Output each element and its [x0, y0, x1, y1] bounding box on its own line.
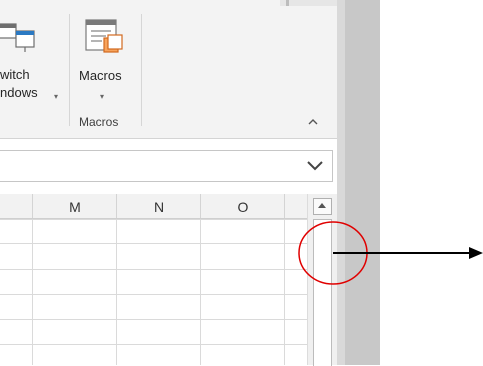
annotation-overlay	[298, 221, 483, 285]
pointer-arrow-head	[469, 247, 483, 259]
